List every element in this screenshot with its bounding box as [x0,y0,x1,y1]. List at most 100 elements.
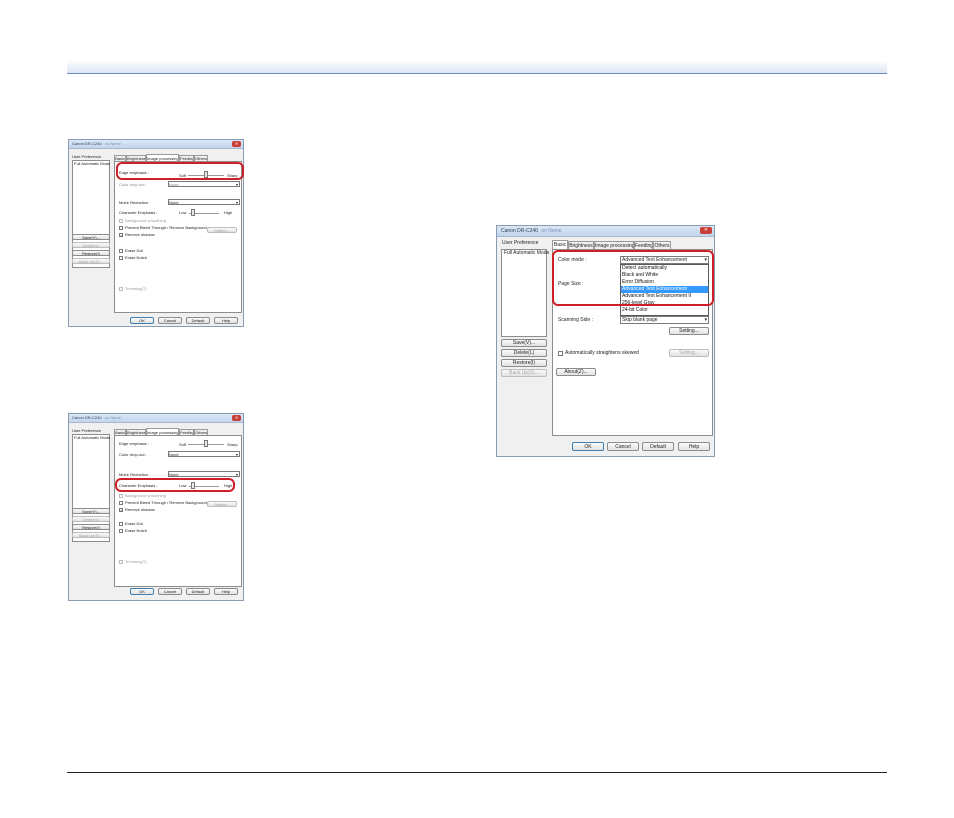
chevron-down-icon: ▾ [235,200,238,205]
erase-dot-checkbox[interactable] [119,522,123,526]
scanning-side-label: Scanning Side : [558,317,594,323]
screenshot-1-dialog: Canon DR-C240 on Name ✕ User Preference … [68,139,244,327]
default-button[interactable]: Default [642,442,674,451]
back-up-button[interactable]: Back Up(S)... [72,532,110,538]
restore-button[interactable]: Restore(I) [72,524,110,530]
screenshot-3-dialog: Canon DR-C240 on Name ✕ User Preference … [496,225,715,457]
save-button[interactable]: Save(V)... [501,339,547,347]
list-item[interactable]: Full Automatic Mode [502,250,549,257]
cancel-button[interactable]: Cancel [158,588,182,595]
background-smoothing-checkbox[interactable] [119,494,123,498]
background-smoothing-checkbox[interactable] [119,219,123,223]
prevent-bleed-label: Prevent Bleed Through / Remove Backgroun… [125,500,207,505]
close-icon[interactable]: ✕ [232,141,241,147]
moire-reduction-select[interactable]: None ▾ [168,471,240,477]
title-bar: Canon DR-C240 on Name ✕ [69,414,243,423]
page-footer-rule [67,772,887,773]
high-label: High [224,210,233,215]
tab-feeding[interactable]: Feeding [634,241,653,249]
cancel-button[interactable]: Cancel [607,442,639,451]
tab-panel: Edge emphasis : Soft Sharp Color drop-ou… [114,161,242,313]
user-preference-list[interactable]: Full Automatic Mode [501,249,549,337]
help-button[interactable]: Help [214,317,238,324]
setting-button[interactable]: Setting... [207,227,237,233]
chevron-down-icon: ▾ [235,472,238,477]
color-mode-highlight [552,250,714,306]
moire-reduction-select[interactable]: None ▾ [168,199,240,205]
ok-button[interactable]: OK [130,317,154,324]
scanning-side-value: Skip blank page [622,317,658,323]
color-dropout-value: None [169,452,179,457]
back-up-button[interactable]: Back Up(S)... [72,258,110,264]
erase-dot-label: Erase Dot [125,248,143,253]
erase-notch-label: Erase Notch [125,528,148,533]
color-dropout-value: None [169,182,179,187]
restore-button[interactable]: Restore(I) [72,250,110,256]
trimming-checkbox[interactable] [119,560,123,564]
save-button[interactable]: Save(V)... [72,508,110,514]
moire-reduction-value: None [169,200,179,205]
tab-image-processing[interactable]: Image processing [594,241,634,249]
moire-reduction-label: Moire Reduction : [119,200,151,205]
remove-shadow-checkbox[interactable]: ✓ [119,233,123,238]
remove-shadow-label: Remove shadow [125,507,155,512]
straighten-checkbox[interactable] [558,351,563,356]
dialog-title-suffix: on Name [541,228,562,234]
erase-notch-label: Erase Notch [125,255,148,260]
sharp-label: Sharp [227,442,238,447]
back-up-button[interactable]: Back Up(S)... [501,369,547,377]
scanning-side-select[interactable]: Skip blank page ▾ [620,316,709,324]
delete-button[interactable]: Delete(L) [72,242,110,248]
color-dropout-select[interactable]: None ▾ [168,181,240,187]
help-button[interactable]: Help [214,588,238,595]
close-icon[interactable]: ✕ [232,415,241,421]
erase-dot-checkbox[interactable] [119,249,123,253]
cancel-button[interactable]: Cancel [158,317,182,324]
setting-button[interactable]: Setting... [669,349,709,357]
close-icon[interactable]: ✕ [700,227,712,234]
delete-button[interactable]: Delete(L) [501,349,547,357]
dropdown-option[interactable]: 24-bit Color [621,307,708,314]
page-header-rule [67,73,887,74]
ok-button[interactable]: OK [572,442,604,451]
color-dropout-select[interactable]: None ▾ [168,451,240,457]
background-smoothing-label: Background smoothing [125,493,166,498]
title-bar: Canon DR-C240 on Name ✕ [69,140,243,149]
character-emphasis-highlight [115,478,235,492]
chevron-down-icon: ▾ [235,182,238,187]
page-header-band [67,60,887,73]
edge-emphasis-highlight [116,162,244,180]
restore-button[interactable]: Restore(I) [501,359,547,367]
edge-emphasis-thumb[interactable] [204,440,208,447]
prevent-bleed-checkbox[interactable] [119,501,123,505]
tab-image-processing[interactable]: Image processing [146,154,179,161]
erase-notch-checkbox[interactable] [119,529,123,533]
list-item[interactable]: Full Automatic Mode [73,161,110,167]
help-button[interactable]: Help [678,442,710,451]
title-bar: Canon DR-C240 on Name ✕ [497,226,714,237]
erase-notch-checkbox[interactable] [119,256,123,260]
ok-button[interactable]: OK [130,588,154,595]
save-button[interactable]: Save(V)... [72,234,110,240]
remove-shadow-label: Remove shadow [125,232,155,237]
prevent-bleed-checkbox[interactable] [119,226,123,230]
setting-button[interactable]: Setting... [207,501,237,507]
default-button[interactable]: Default [186,317,210,324]
tab-panel: Edge emphasis : Soft Sharp Color drop-ou… [114,435,242,587]
about-button[interactable]: About(Z)... [556,368,596,376]
tab-others[interactable]: Others [653,241,671,249]
list-item[interactable]: Full Automatic Mode [73,435,110,441]
tab-brightness[interactable]: Brightness [568,241,594,249]
remove-shadow-checkbox[interactable]: ✓ [119,508,123,513]
screenshot-2-dialog: Canon DR-C240 on Name ✕ User Preference … [68,413,244,601]
chevron-down-icon: ▾ [235,452,238,457]
character-emphasis-thumb[interactable] [191,209,195,216]
straighten-label: Automatically straightens skewed [565,350,639,356]
delete-button[interactable]: Delete(L) [72,516,110,522]
tab-image-processing[interactable]: Image processing [146,428,179,435]
moire-reduction-value: None [169,472,179,477]
setting-up-button[interactable]: Setting... [669,327,709,335]
tab-basic[interactable]: Basic [552,240,568,249]
default-button[interactable]: Default [186,588,210,595]
trimming-checkbox[interactable] [119,287,123,291]
